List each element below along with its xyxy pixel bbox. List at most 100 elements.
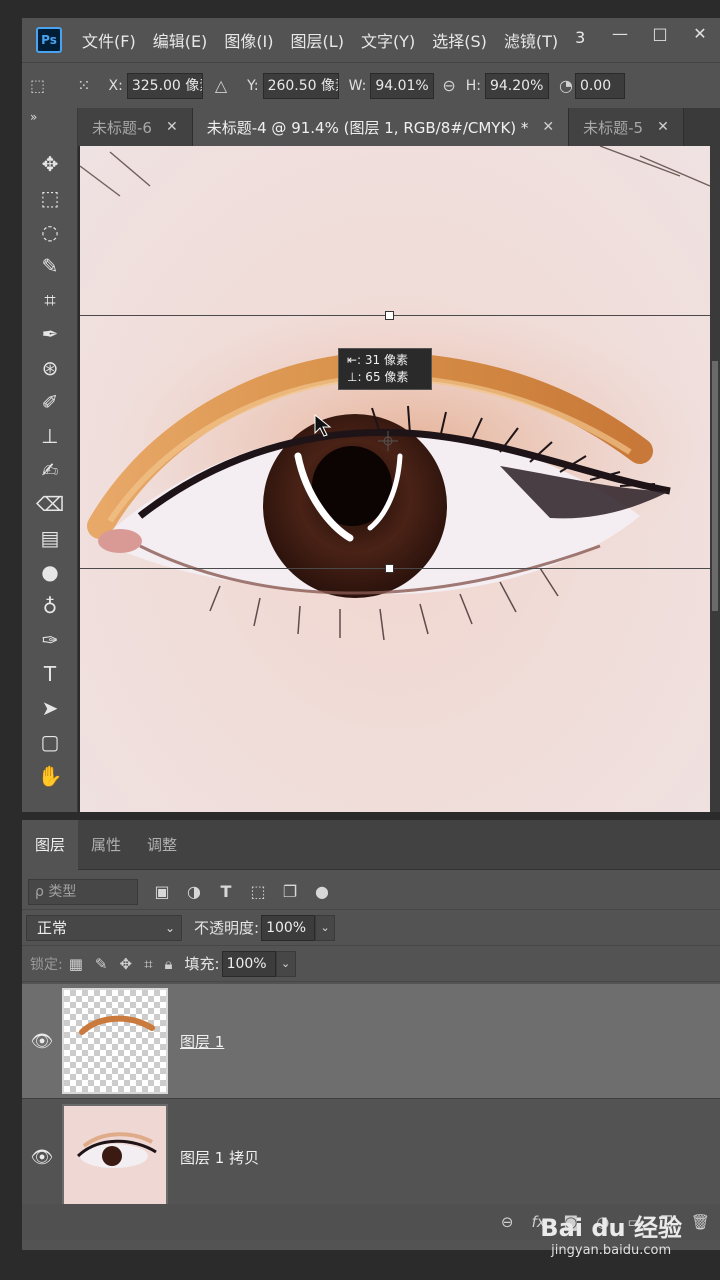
lock-artboard-icon[interactable]: ⌗ — [144, 955, 152, 973]
move-tool-icon[interactable]: ✥ — [36, 150, 64, 178]
layer-row-layer-1-copy[interactable]: 👁︎ 图层 1 拷贝 — [22, 1100, 720, 1215]
menu-filter[interactable]: 滤镜(T) — [504, 28, 558, 52]
reference-point-icon[interactable]: ⁙ — [77, 76, 90, 95]
menu-3d[interactable]: 3 — [575, 28, 585, 52]
trash-icon[interactable]: 🗑︎ — [691, 1213, 710, 1231]
gradient-tool-icon[interactable]: ▤ — [36, 524, 64, 552]
tab-properties[interactable]: 属性 — [78, 820, 134, 870]
healing-tool-icon[interactable]: ⊛ — [36, 354, 64, 382]
tab-layers[interactable]: 图层 — [22, 819, 79, 870]
smart-object-filter-icon[interactable]: ❐ — [282, 882, 298, 901]
maximize-button[interactable]: □ — [640, 18, 680, 48]
filter-toggle-icon[interactable]: ● — [314, 882, 330, 901]
h-label: H: — [465, 77, 481, 94]
chevron-down-icon[interactable]: ⌄ — [275, 950, 296, 977]
lock-transparency-icon[interactable]: ▦ — [69, 955, 83, 973]
eye-thumbnail-graphic — [76, 1132, 157, 1168]
layer-row-layer-1[interactable]: 👁︎ 图层 1 — [22, 984, 720, 1099]
shape-filter-icon[interactable]: ⬚ — [250, 882, 266, 901]
tab-untitled-4[interactable]: 未标题-4 @ 91.4% (图层 1, RGB/8#/CMYK) * ✕ — [192, 108, 570, 146]
brow-thumbnail-graphic — [79, 1015, 155, 1035]
lock-label: 锁定: — [30, 956, 63, 973]
transform-tool-icon[interactable]: ⬚ — [30, 76, 45, 95]
history-brush-tool-icon[interactable]: ✍ — [36, 456, 64, 484]
eraser-tool-icon[interactable]: ⌫ — [36, 490, 64, 518]
dodge-tool-icon[interactable]: ♁ — [36, 592, 64, 620]
link-icon[interactable]: ⊖ — [442, 76, 455, 95]
quick-select-tool-icon[interactable]: ✎ — [36, 252, 64, 280]
blend-row: 正常 ⌄ 不透明度: 100% ⌄ — [22, 910, 720, 946]
vertical-scrollbar[interactable] — [710, 146, 720, 812]
h-input[interactable]: 94.20% — [484, 72, 549, 99]
scrollbar-thumb[interactable] — [712, 361, 718, 611]
menu-layer[interactable]: 图层(L) — [291, 28, 344, 52]
brush-tool-icon[interactable]: ✐ — [36, 388, 64, 416]
hand-tool-icon[interactable]: ✋ — [36, 762, 64, 790]
x-input[interactable]: 325.00 像素 — [126, 72, 203, 99]
layer-filter-row: ρ 类型 ▣ ◑ T ⬚ ❐ ● — [22, 874, 720, 910]
blend-mode-select[interactable]: 正常 ⌄ — [26, 914, 182, 941]
chevron-down-icon[interactable]: ⌄ — [315, 914, 336, 941]
visibility-eye-icon[interactable]: 👁︎ — [22, 1147, 62, 1168]
delta-icon[interactable]: △ — [215, 76, 227, 95]
cursor-icon — [314, 414, 332, 437]
menu-file[interactable]: 文件(F) — [82, 28, 136, 52]
reference-point-icon[interactable] — [378, 431, 398, 451]
close-window-button[interactable]: ✕ — [680, 18, 720, 48]
lock-all-icon[interactable]: 🔒︎ — [165, 955, 173, 973]
panel-tabs: 图层 属性 调整 — [22, 819, 720, 870]
shape-tool-icon[interactable]: ▢ — [36, 728, 64, 756]
opacity-label: 不透明度: — [194, 919, 260, 937]
y-input[interactable]: 260.50 像素 — [262, 72, 339, 99]
transform-tooltip: ⇤: 31 像素 ⊥: 65 像素 — [338, 348, 432, 390]
layer-thumbnail — [62, 988, 168, 1094]
transform-handle-bottom[interactable] — [385, 564, 394, 573]
link-layers-icon[interactable]: ⊖ — [501, 1213, 514, 1231]
type-filter-icon[interactable]: T — [218, 882, 234, 901]
tab-adjustments[interactable]: 调整 — [134, 820, 190, 870]
pen-tool-icon[interactable]: ✑ — [36, 626, 64, 654]
watermark-url: jingyan.baidu.com — [551, 1243, 672, 1258]
fill-input[interactable]: 100% — [221, 950, 276, 977]
kind-filter-select[interactable]: ρ 类型 — [28, 878, 138, 905]
image-filter-icon[interactable]: ▣ — [154, 882, 170, 901]
close-icon[interactable]: ✕ — [657, 119, 669, 135]
layer-name[interactable]: 图层 1 — [180, 1031, 224, 1052]
w-input[interactable]: 94.01% — [370, 72, 435, 99]
type-tool-icon[interactable]: T — [36, 660, 64, 688]
y-label: Y: — [247, 77, 259, 94]
brow-hairs — [80, 146, 710, 197]
marquee-tool-icon[interactable]: ⬚ — [36, 184, 64, 212]
menu-select[interactable]: 选择(S) — [432, 28, 487, 52]
collapse-icon[interactable]: » — [22, 108, 77, 128]
menu-items: 文件(F) 编辑(E) 图像(I) 图层(L) 文字(Y) 选择(S) 滤镜(T… — [82, 28, 602, 52]
x-label: X: — [108, 77, 123, 94]
tab-untitled-6[interactable]: 未标题-6 ✕ — [78, 108, 193, 146]
eyedropper-tool-icon[interactable]: ✒ — [36, 320, 64, 348]
close-icon[interactable]: ✕ — [166, 119, 178, 135]
menu-image[interactable]: 图像(I) — [224, 28, 273, 52]
menu-type[interactable]: 文字(Y) — [361, 28, 415, 52]
adjustment-filter-icon[interactable]: ◑ — [186, 882, 202, 901]
menu-edit[interactable]: 编辑(E) — [153, 28, 208, 52]
minimize-button[interactable]: — — [600, 18, 640, 48]
stamp-tool-icon[interactable]: ⊥ — [36, 422, 64, 450]
close-icon[interactable]: ✕ — [542, 119, 554, 135]
lasso-tool-icon[interactable]: ◌ — [36, 218, 64, 246]
tab-untitled-5[interactable]: 未标题-5 ✕ — [569, 108, 684, 146]
layers-panel: 图层 属性 调整 ρ 类型 ▣ ◑ T ⬚ ❐ ● 正常 ⌄ 不透明度: 100… — [22, 819, 720, 1250]
layer-name[interactable]: 图层 1 拷贝 — [180, 1147, 259, 1168]
tooltip-horizontal: ⇤: 31 像素 — [347, 353, 408, 367]
path-select-tool-icon[interactable]: ➤ — [36, 694, 64, 722]
lock-pixels-icon[interactable]: ✎ — [95, 955, 108, 973]
angle-input[interactable]: 0.00 — [574, 72, 625, 99]
window-controls: — □ ✕ — [600, 18, 720, 48]
opacity-input[interactable]: 100% — [261, 914, 316, 941]
crop-tool-icon[interactable]: ⌗ — [36, 286, 64, 314]
visibility-eye-icon[interactable]: 👁︎ — [22, 1031, 62, 1052]
blur-tool-icon[interactable]: ● — [36, 558, 64, 586]
tab-label: 未标题-4 @ 91.4% (图层 1, RGB/8#/CMYK) * — [206, 118, 529, 137]
lock-position-icon[interactable]: ✥ — [119, 955, 132, 973]
document-canvas[interactable]: ⇤: 31 像素 ⊥: 65 像素 — [80, 146, 710, 812]
transform-handle-top[interactable] — [385, 311, 394, 320]
